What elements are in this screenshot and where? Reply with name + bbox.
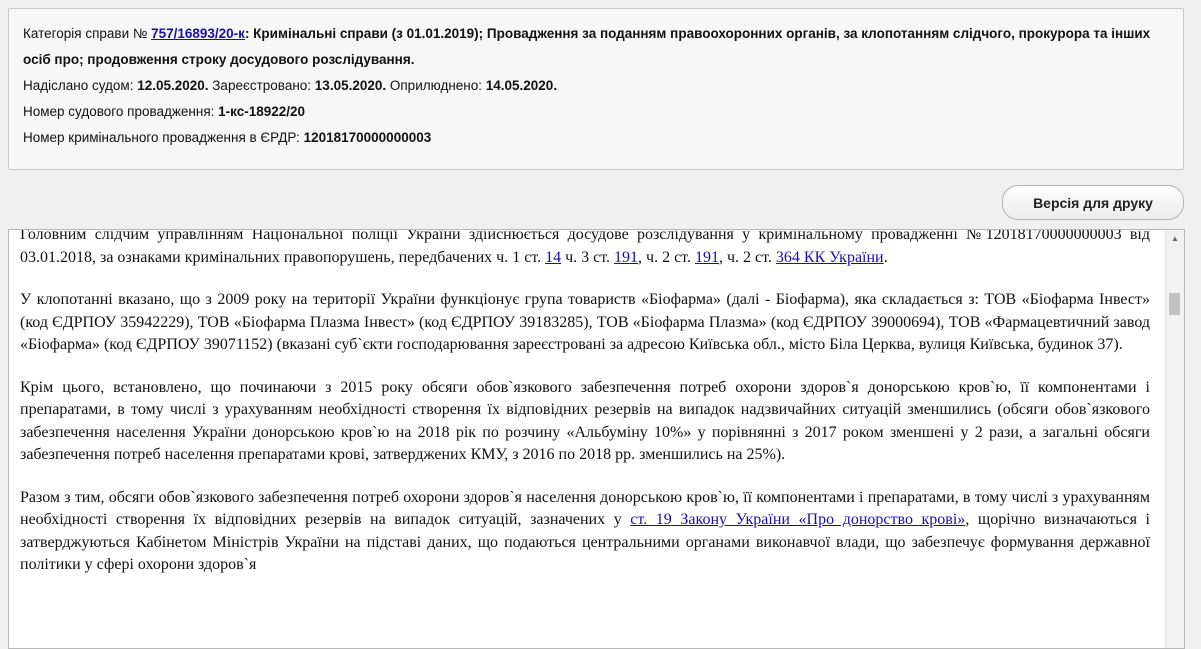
scrollbar-thumb[interactable]	[1169, 293, 1180, 315]
case-info-panel: Категорія справи № 757/16893/20-к: Кримі…	[8, 8, 1184, 170]
paragraph-3: Крім цього, встановлено, що починаючи з …	[20, 378, 1150, 464]
case-number-link[interactable]: 757/16893/20-к	[151, 26, 245, 41]
court-case-label: Номер судового провадження:	[23, 104, 219, 119]
published-date: 14.05.2020.	[485, 78, 558, 93]
scroll-up-arrow-icon[interactable]: ▲	[1166, 232, 1184, 246]
text-run: , ч. 2 ст.	[638, 248, 695, 266]
court-case-number: 1-кс-18922/20	[218, 104, 306, 119]
registered-label: Зареєстровано:	[208, 78, 315, 93]
text-run: , ч. 2 ст.	[718, 248, 776, 266]
case-category-label: Категорія справи №	[23, 26, 152, 41]
document-scrollbar[interactable]: ▲	[1165, 230, 1184, 648]
dates-line: Надіслано судом: 12.05.2020. Зареєстрова…	[23, 73, 1169, 99]
law-link-art-19-donor-law[interactable]: ст. 19 Закону України «Про донорство кро…	[630, 511, 965, 528]
erdr-line: Номер кримінального провадження в ЄРДР: …	[23, 125, 1169, 151]
paragraph-2: У клопотанні вказано, що з 2009 року на …	[20, 291, 1150, 353]
sent-date: 12.05.2020.	[137, 78, 209, 93]
paragraph-4: Разом з тим, обсяги обов`язкового забезп…	[20, 487, 1150, 577]
law-link-art-191-part2[interactable]: 191	[695, 249, 719, 266]
erdr-label: Номер кримінального провадження в ЄРДР:	[23, 130, 304, 145]
print-version-button[interactable]: Версія для друку	[1002, 185, 1184, 220]
text-run: .	[883, 248, 888, 266]
erdr-number: 12018170000000003	[303, 130, 432, 145]
sent-label: Надіслано судом:	[23, 78, 138, 93]
law-link-art-14[interactable]: 14	[545, 249, 561, 266]
paragraph-1: Головним слідчим управлінням Національно…	[20, 230, 1150, 269]
document-frame: Головним слідчим управлінням Національно…	[8, 229, 1185, 649]
court-case-line: Номер судового провадження: 1-кс-18922/2…	[23, 99, 1169, 125]
document-text: Головним слідчим управлінням Національно…	[20, 230, 1150, 597]
registered-date: 13.05.2020.	[314, 78, 387, 93]
published-label: Оприлюднено:	[386, 78, 486, 93]
law-link-art-364[interactable]: 364 КК України	[776, 249, 884, 266]
law-link-art-191-part3[interactable]: 191	[614, 249, 638, 266]
case-category-line: Категорія справи № 757/16893/20-к: Кримі…	[23, 21, 1169, 73]
text-run: ч. 3 ст.	[561, 248, 615, 266]
